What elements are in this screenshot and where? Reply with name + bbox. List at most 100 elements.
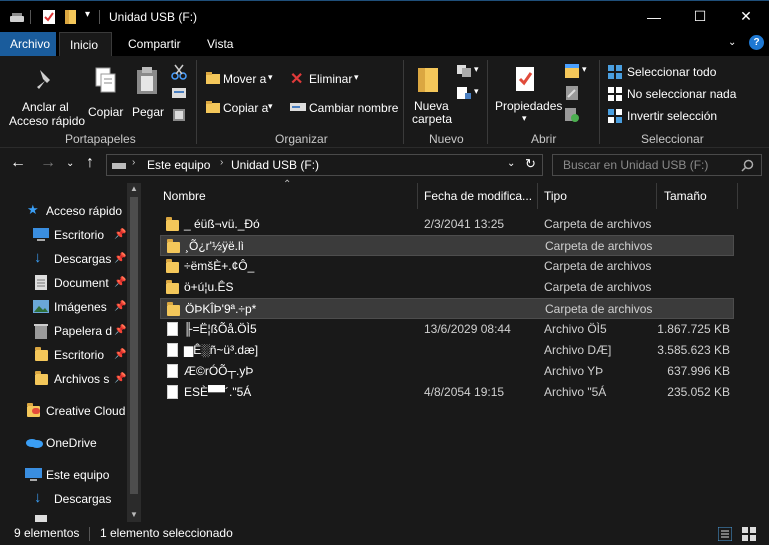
file-date: 2/3/2041 13:25 xyxy=(424,217,505,231)
nav-scroll-thumb[interactable] xyxy=(130,197,138,494)
nav-item-papelera[interactable]: Papelera d 📌 xyxy=(0,319,140,343)
address-input[interactable]: › Este equipo › Unidad USB (F:) ⌄ ↻ xyxy=(106,154,543,176)
nav-item-escritorio[interactable]: Escritorio 📌 xyxy=(0,223,140,247)
move-to-button[interactable]: Mover a ▾ xyxy=(204,69,278,89)
file-name: ╟=Ë¦ßÕå.ÖÌ5 xyxy=(184,322,257,336)
column-header-type[interactable]: Tipo xyxy=(544,183,567,209)
up-arrow-icon[interactable]: ↑ xyxy=(86,154,94,172)
file-row[interactable]: ¸Õ¿r'½ÿë.lì Carpeta de archivos xyxy=(160,235,734,256)
new-item-icon[interactable] xyxy=(456,64,472,78)
open-dropdown-icon[interactable]: ▾ xyxy=(582,64,587,75)
nav-item-imagenes[interactable]: Imágenes 📌 xyxy=(0,295,140,319)
select-all-label: Seleccionar todo xyxy=(627,65,717,79)
recycle-bin-icon xyxy=(34,324,48,339)
new-folder-button[interactable]: Nueva carpeta xyxy=(408,62,452,128)
nav-item-creative-cloud[interactable]: Creative Cloud xyxy=(0,399,140,423)
delete-button[interactable]: ✕ Eliminar ▾ xyxy=(288,69,366,89)
select-all-button[interactable]: Seleccionar todo xyxy=(606,64,726,82)
properties-button[interactable]: Propiedades ▾ xyxy=(493,62,562,128)
breadcrumb-usb[interactable]: Unidad USB (F:) xyxy=(231,158,319,172)
file-row[interactable]: ▆Ê░ñ~ü³.dæ] Archivo DÆ] 3.585.623 KB xyxy=(160,340,734,361)
tab-vista[interactable]: Vista xyxy=(197,32,243,56)
window-title: Unidad USB (F:) xyxy=(109,10,198,24)
column-divider[interactable] xyxy=(737,183,738,209)
nav-label: Escritorio xyxy=(54,348,105,362)
nav-item-este-equipo[interactable]: Este equipo xyxy=(0,463,140,487)
copy-path-icon[interactable] xyxy=(171,86,187,100)
column-header-date[interactable]: Fecha de modifica... xyxy=(424,183,532,209)
customize-qa-dropdown[interactable]: ▾ xyxy=(85,9,90,20)
nav-item-documentos[interactable]: Document 📌 xyxy=(0,271,140,295)
file-row[interactable]: ╟=Ë¦ßÕå.ÖÌ5 13/6/2029 08:44 Archivo ÖÌ5 1.8… xyxy=(160,319,734,340)
new-item-dropdown-icon[interactable]: ▾ xyxy=(474,64,479,75)
nav-item-acceso-rapido[interactable]: ★ Acceso rápido xyxy=(0,199,140,223)
address-dropdown-icon[interactable]: ⌄ xyxy=(507,158,515,169)
scroll-up-icon[interactable]: ▲ xyxy=(130,184,138,193)
paste-button[interactable]: Pegar xyxy=(129,62,167,128)
invert-selection-button[interactable]: Invertir selección xyxy=(606,108,726,126)
delete-label: Eliminar xyxy=(309,72,353,86)
pin-quick-access-button[interactable]: Anclar al Acceso rápido xyxy=(4,62,85,128)
easy-access-dropdown-icon[interactable]: ▾ xyxy=(474,86,479,97)
open-icon[interactable] xyxy=(564,63,580,79)
column-header-size[interactable]: Tamaño xyxy=(664,183,707,209)
scroll-down-icon[interactable]: ▼ xyxy=(130,510,138,519)
status-selection: 1 elemento seleccionado xyxy=(100,526,233,540)
nav-item-pc-descargas[interactable]: ↓ Descargas xyxy=(0,487,140,511)
file-row[interactable]: ESÈ▀▀´."5Á 4/8/2054 19:15 Archivo "5Á 235.0… xyxy=(160,382,734,403)
column-divider[interactable] xyxy=(417,183,418,209)
breadcrumb-separator-icon: › xyxy=(220,157,224,168)
search-input[interactable]: Buscar en Unidad USB (F:) xyxy=(552,154,762,176)
tab-archivo[interactable]: Archivo xyxy=(0,32,56,56)
copy-to-button[interactable]: Copiar a ▾ xyxy=(204,98,278,118)
recent-locations-icon[interactable]: ⌄ xyxy=(66,158,74,169)
tab-inicio[interactable]: Inicio xyxy=(59,32,112,56)
select-none-label: No seleccionar nada xyxy=(627,87,737,101)
file-name: ESÈ▀▀´."5Á xyxy=(184,385,252,399)
select-none-button[interactable]: No seleccionar nada xyxy=(606,86,738,104)
copy-button[interactable]: Copiar xyxy=(86,62,126,128)
help-icon[interactable]: ? xyxy=(749,35,764,50)
new-folder-icon[interactable] xyxy=(63,9,79,25)
column-divider[interactable] xyxy=(537,183,538,209)
group-label-organizar: Organizar xyxy=(275,132,328,146)
nav-item-pc-documentos[interactable] xyxy=(0,511,140,522)
refresh-icon[interactable]: ↻ xyxy=(525,156,536,172)
cut-icon[interactable] xyxy=(171,64,187,80)
breadcrumb-este-equipo[interactable]: Este equipo xyxy=(147,158,210,172)
minimize-button[interactable]: — xyxy=(631,1,677,32)
large-icons-view-icon[interactable] xyxy=(742,527,756,541)
nav-scrollbar[interactable]: ▲ ▼ xyxy=(127,183,141,523)
nav-item-descargas[interactable]: ↓ Descargas 📌 xyxy=(0,247,140,271)
edit-icon[interactable] xyxy=(565,85,579,101)
column-header-name[interactable]: Nombre xyxy=(163,183,206,209)
copy-icon xyxy=(95,67,116,93)
nav-item-onedrive[interactable]: OneDrive xyxy=(0,431,140,455)
folder-icon xyxy=(167,302,180,316)
file-row[interactable]: ö+ú¦u.ÊS Carpeta de archivos xyxy=(160,277,734,298)
nav-label: Acceso rápido xyxy=(46,204,123,218)
back-arrow-icon[interactable]: ← xyxy=(10,154,26,172)
file-name: Æ©rÓÕ┬.yÞ xyxy=(184,364,254,378)
tab-compartir[interactable]: Compartir xyxy=(118,32,191,56)
details-view-icon[interactable] xyxy=(718,527,732,541)
properties-icon[interactable] xyxy=(41,9,57,25)
maximize-button[interactable]: ☐ xyxy=(677,1,723,32)
column-divider[interactable] xyxy=(656,183,657,209)
forward-arrow-icon[interactable]: → xyxy=(40,154,56,172)
nav-item-archivos[interactable]: Archivos s 📌 xyxy=(0,367,140,391)
file-row[interactable]: Æ©rÓÕ┬.yÞ Archivo YÞ 637.996 KB xyxy=(160,361,734,382)
folder-icon xyxy=(167,239,180,253)
easy-access-icon[interactable] xyxy=(456,86,472,100)
rename-button[interactable]: Cambiar nombre xyxy=(288,98,398,118)
paste-shortcut-icon[interactable] xyxy=(172,108,186,122)
nav-item-escritorio-folder[interactable]: Escritorio 📌 xyxy=(0,343,140,367)
close-button[interactable]: ✕ xyxy=(723,1,769,32)
drive-icon[interactable] xyxy=(9,9,25,25)
file-row[interactable]: ÷ëmšÈ+.¢Ô_ Carpeta de archivos xyxy=(160,256,734,277)
ribbon-separator xyxy=(487,60,488,144)
collapse-ribbon-icon[interactable]: ⌄ xyxy=(728,37,736,48)
history-icon[interactable] xyxy=(564,107,580,123)
file-row[interactable]: ÖÞKÎÞ'9ª.÷p* Carpeta de archivos xyxy=(160,298,734,319)
file-row[interactable]: _ éüß¬vü._Ðó 2/3/2041 13:25 Carpeta de arc… xyxy=(160,214,734,235)
